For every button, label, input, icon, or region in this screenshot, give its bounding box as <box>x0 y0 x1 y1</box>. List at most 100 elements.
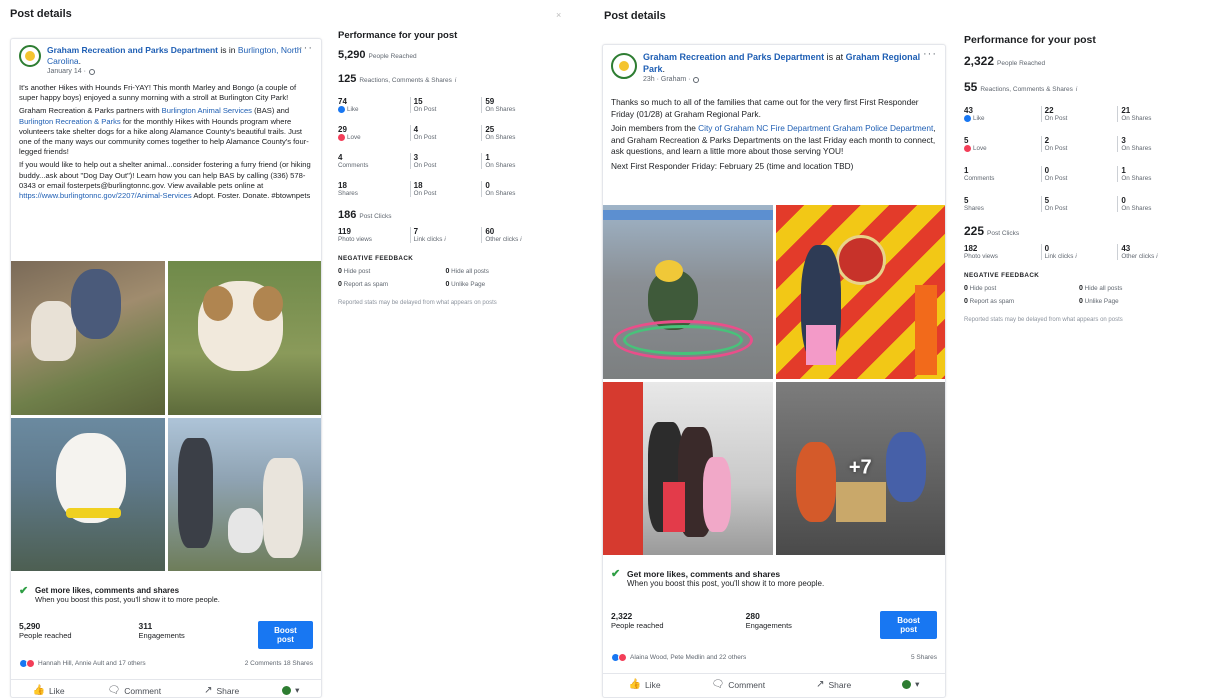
shares-count[interactable]: 5 Shares <box>911 654 937 661</box>
chevron-down-icon: ▾ <box>295 685 300 695</box>
stat-cell: 1 On Shares <box>481 153 553 169</box>
page-avatar[interactable] <box>19 45 41 67</box>
photo-3[interactable] <box>11 417 165 571</box>
engagements-label: Engagements <box>745 621 792 630</box>
like-button[interactable]: 👍 Like <box>33 685 65 696</box>
comments-shares-count[interactable]: 2 Comments 18 Shares <box>245 660 313 667</box>
like-button[interactable]: 👍 Like <box>629 679 661 690</box>
more-options-button[interactable]: ··· <box>299 42 313 54</box>
info-icon[interactable]: i <box>1156 254 1157 260</box>
stats-delay-note: Reported stats may be delayed from what … <box>964 317 1123 323</box>
sun-logo-icon <box>25 51 35 61</box>
stat-cell: 0 On Post <box>1040 166 1118 182</box>
stat-cell: 5 Shares <box>964 196 984 212</box>
engagements-count: 311 <box>138 621 153 631</box>
share-button[interactable]: ↗ Share <box>204 685 239 696</box>
graham-fire-department-link[interactable]: City of Graham NC Fire Department <box>698 123 830 133</box>
reaction-icons[interactable] <box>611 653 627 662</box>
boost-tip-subtitle: When you boost this post, you'll show it… <box>627 579 825 588</box>
stat-cell: 7 Link clicks i <box>409 227 482 243</box>
post-paragraph: If you would like to help out a shelter … <box>19 160 311 201</box>
stat-cell: 60 Other clicks i <box>481 227 553 243</box>
post-as-selector[interactable]: ▾ <box>282 685 299 696</box>
negative-feedback-title: NEGATIVE FEEDBACK <box>338 255 414 262</box>
people-reached-stat: 5,290 People Reached <box>338 49 417 61</box>
boost-post-button[interactable]: Boost post <box>258 621 313 649</box>
engagements-count: 280 <box>745 611 760 621</box>
performance-title: Performance for your post <box>338 30 458 41</box>
photo-4[interactable] <box>167 417 321 571</box>
post-details-panel-right: Post details Graham Recreation and Parks… <box>596 0 1208 698</box>
close-icon[interactable]: × <box>556 10 561 20</box>
share-button[interactable]: ↗ Share <box>816 679 851 690</box>
more-options-button[interactable]: ··· <box>923 48 937 60</box>
neg-hide-all-posts: 0 Hide all posts <box>445 268 489 275</box>
panel-title: Post details <box>604 10 666 22</box>
info-icon[interactable]: i <box>455 78 456 84</box>
info-icon[interactable]: i <box>444 237 445 243</box>
photo-2[interactable] <box>167 261 321 415</box>
post-body: Thanks so much to all of the families th… <box>603 97 945 172</box>
stat-cell: 74 Like <box>338 97 359 113</box>
graham-police-department-link[interactable]: Graham Police Department <box>833 123 934 133</box>
photo-1[interactable] <box>603 205 773 379</box>
thumbs-up-icon: 👍 <box>32 685 45 696</box>
reaction-icons[interactable] <box>19 659 35 668</box>
stat-cell: 43 Like <box>964 106 985 122</box>
photo-4[interactable]: +7 <box>775 381 945 555</box>
boost-tip: ✔ Get more likes, comments and shares Wh… <box>11 585 321 605</box>
negative-feedback-title: NEGATIVE FEEDBACK <box>964 272 1040 279</box>
post-author-line: Graham Recreation and Parks Department i… <box>643 52 921 74</box>
stat-cell: 0 On Shares <box>481 181 553 197</box>
stat-cell: 2 On Post <box>1040 136 1118 152</box>
page-avatar[interactable] <box>611 53 637 79</box>
post-paragraph: Join members from the City of Graham NC … <box>611 123 936 156</box>
boost-tip-title: Get more likes, comments and shares <box>627 569 781 579</box>
post-actions: 👍 Like 🗨 Comment ↗ Share ▾ <box>603 673 945 690</box>
info-icon[interactable]: i <box>1076 87 1077 93</box>
boost-post-button[interactable]: Boost post <box>880 611 938 639</box>
stat-cell: 59 On Shares <box>481 97 553 113</box>
reactions-comments-shares-stat: 55 Reactions, Comments & Shares i <box>964 80 1078 94</box>
post-date[interactable]: 23h · Graham · <box>643 76 690 83</box>
animal-services-url-link[interactable]: https://www.burlingtonnc.gov/2207/Animal… <box>19 191 192 200</box>
burlington-rec-parks-link[interactable]: Burlington Recreation & Parks <box>19 117 121 126</box>
comment-icon: 🗨 <box>711 679 725 690</box>
burlington-animal-services-link[interactable]: Burlington Animal Services <box>162 106 252 115</box>
reaction-breakdown: 74 Like 15 On Post 59 On Shares 29 Love 4 On … <box>338 97 553 197</box>
people-reached-label: People reached <box>19 631 72 640</box>
reactors-list[interactable]: Alaina Wood, Pete Medlin and 22 others <box>630 654 746 661</box>
post-date[interactable]: January 14 · <box>47 68 86 75</box>
page-name-link[interactable]: Graham Recreation and Parks Department <box>643 52 824 62</box>
stat-cell: 4 On Post <box>409 125 482 141</box>
page-name-link[interactable]: Graham Recreation and Parks Department <box>47 45 218 55</box>
stat-cell: 1 On Shares <box>1117 166 1194 182</box>
stats-delay-note: Reported stats may be delayed from what … <box>338 300 497 306</box>
stat-cell: 21 On Shares <box>1117 106 1194 122</box>
clicks-breakdown: 182 Photo views 0 Link clicks i 43 Other cli… <box>964 244 1194 260</box>
stat-cell: 15 On Post <box>409 97 482 113</box>
clicks-breakdown: 119 Photo views 7 Link clicks i 60 Other cli… <box>338 227 553 243</box>
reactors-list[interactable]: Hannah Hill, Annie Ault and 17 others <box>38 660 146 667</box>
photo-3[interactable] <box>603 381 773 555</box>
thumbs-up-icon: 👍 <box>628 679 641 690</box>
post-paragraph: It's another Hikes with Hounds Fri-YAY! … <box>19 83 297 103</box>
post-card: Graham Recreation and Parks Department i… <box>602 44 946 698</box>
stat-cell: 25 On Shares <box>481 125 553 141</box>
post-as-selector[interactable]: ▾ <box>902 679 919 690</box>
info-icon[interactable]: i <box>520 237 521 243</box>
engagements-label: Engagements <box>138 631 185 640</box>
social-summary: Alaina Wood, Pete Medlin and 22 others 5… <box>611 653 937 662</box>
photo-1[interactable] <box>11 261 165 415</box>
reach-summary: 5,290 People reached 311 Engagements Boo… <box>19 621 313 649</box>
comment-button[interactable]: 🗨 Comment <box>712 679 766 690</box>
post-paragraph: Graham Recreation & Parks partners with … <box>19 106 309 157</box>
info-icon[interactable]: i <box>1075 254 1076 260</box>
post-details-panel-left: Post details × Graham Recreation and Par… <box>0 0 592 698</box>
boost-tip: ✔ Get more likes, comments and shares Wh… <box>603 569 945 589</box>
reaction-breakdown: 43 Like 22 On Post 21 On Shares 5 Love 2 On P… <box>964 106 1194 212</box>
check-icon: ✔ <box>19 585 29 597</box>
photo-2[interactable] <box>775 205 945 379</box>
more-photos-count[interactable]: +7 <box>849 457 872 480</box>
comment-button[interactable]: 🗨 Comment <box>108 685 162 696</box>
